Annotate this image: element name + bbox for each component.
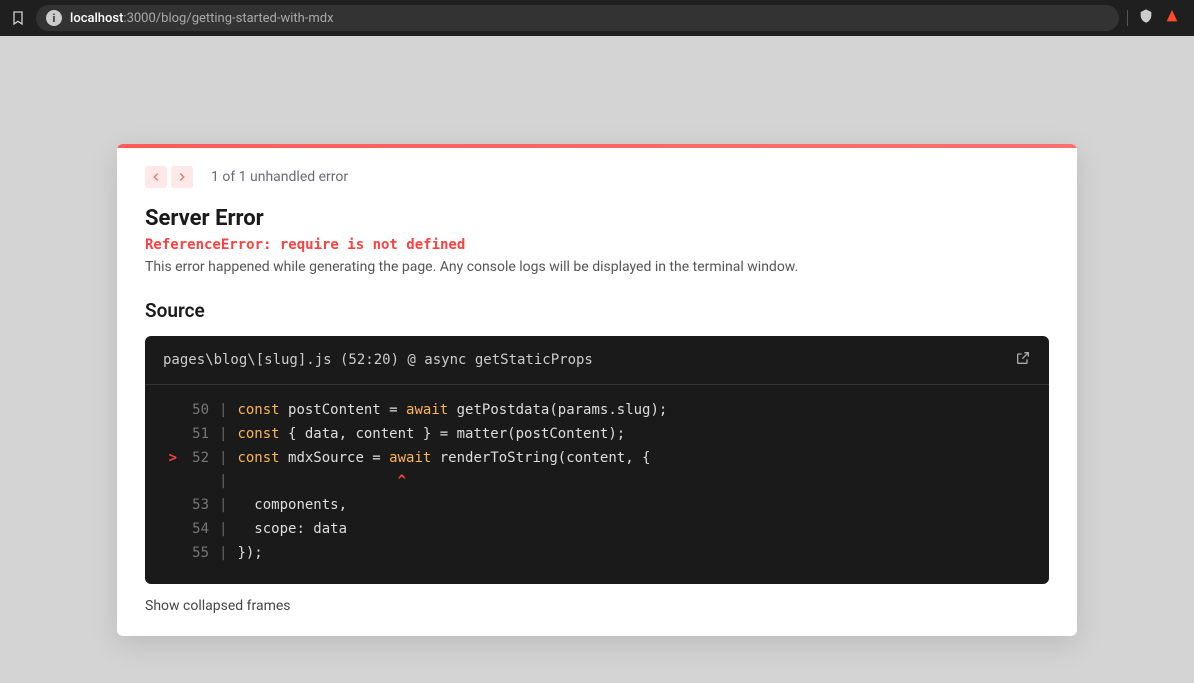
pipe: | <box>219 518 227 542</box>
pipe: | <box>219 542 227 566</box>
error-title: Server Error <box>145 206 1049 231</box>
code-block: pages\blog\[slug].js (52:20) @ async get… <box>145 336 1049 584</box>
line-number: 55 <box>177 542 209 566</box>
line-number: 50 <box>177 399 209 423</box>
pipe: | <box>219 399 227 423</box>
pipe: | <box>219 447 227 471</box>
page-area: 1 of 1 unhandled error Server Error Refe… <box>0 36 1194 636</box>
info-icon[interactable]: i <box>46 10 62 26</box>
code-lines: 50 | const postContent = await getPostdata… <box>145 385 1049 584</box>
show-collapsed-frames[interactable]: Show collapsed frames <box>145 598 1049 614</box>
line-number: 51 <box>177 423 209 447</box>
pipe: | <box>219 494 227 518</box>
url-port: :3000 <box>123 11 155 26</box>
code-text: components, <box>237 494 347 518</box>
code-header: pages\blog\[slug].js (52:20) @ async get… <box>145 336 1049 385</box>
code-text: const postContent = await getPostdata(pa… <box>237 399 667 423</box>
code-line: 55 |}); <box>163 542 1031 566</box>
code-line: 51 | const { data, content } = matter(post… <box>163 423 1031 447</box>
url-text: localhost:3000/blog/getting-started-with… <box>70 11 334 26</box>
right-icons <box>1127 8 1186 28</box>
pipe: | <box>219 423 227 447</box>
code-text: }); <box>237 542 262 566</box>
open-in-editor-icon[interactable] <box>1015 350 1031 370</box>
error-nav: 1 of 1 unhandled error <box>145 166 1049 188</box>
code-text: const { data, content } = matter(postCon… <box>237 423 625 447</box>
address-bar[interactable]: i localhost:3000/blog/getting-started-wi… <box>36 5 1119 31</box>
code-text: const mdxSource = await renderToString(c… <box>237 447 650 471</box>
code-text: ^ <box>237 470 406 494</box>
line-number: 52 <box>177 447 209 471</box>
pipe: | <box>219 470 227 494</box>
line-number: 53 <box>177 494 209 518</box>
prev-error-button[interactable] <box>145 166 167 188</box>
next-error-button[interactable] <box>171 166 193 188</box>
code-text: scope: data <box>237 518 347 542</box>
error-description: This error happened while generating the… <box>145 259 1049 275</box>
code-line: 54 | scope: data <box>163 518 1031 542</box>
divider <box>1127 10 1128 26</box>
error-message: ReferenceError: require is not defined <box>145 237 1049 253</box>
code-line: | ^ <box>163 470 1031 494</box>
url-host: localhost <box>70 11 123 26</box>
source-title: Source <box>145 299 1049 322</box>
code-line: >52 | const mdxSource = await renderToStri… <box>163 447 1031 471</box>
brave-icon[interactable] <box>1164 8 1180 28</box>
code-line: 50 | const postContent = await getPostdata… <box>163 399 1031 423</box>
browser-bar: i localhost:3000/blog/getting-started-wi… <box>0 0 1194 36</box>
source-location: pages\blog\[slug].js (52:20) @ async get… <box>163 352 593 368</box>
error-count: 1 of 1 unhandled error <box>211 169 348 185</box>
url-path: /blog/getting-started-with-mdx <box>156 11 334 26</box>
gutter-mark: > <box>163 447 177 471</box>
shield-icon[interactable] <box>1138 8 1154 28</box>
line-number: 54 <box>177 518 209 542</box>
bookmark-icon[interactable] <box>8 8 28 28</box>
code-line: 53 | components, <box>163 494 1031 518</box>
error-card: 1 of 1 unhandled error Server Error Refe… <box>117 144 1077 636</box>
